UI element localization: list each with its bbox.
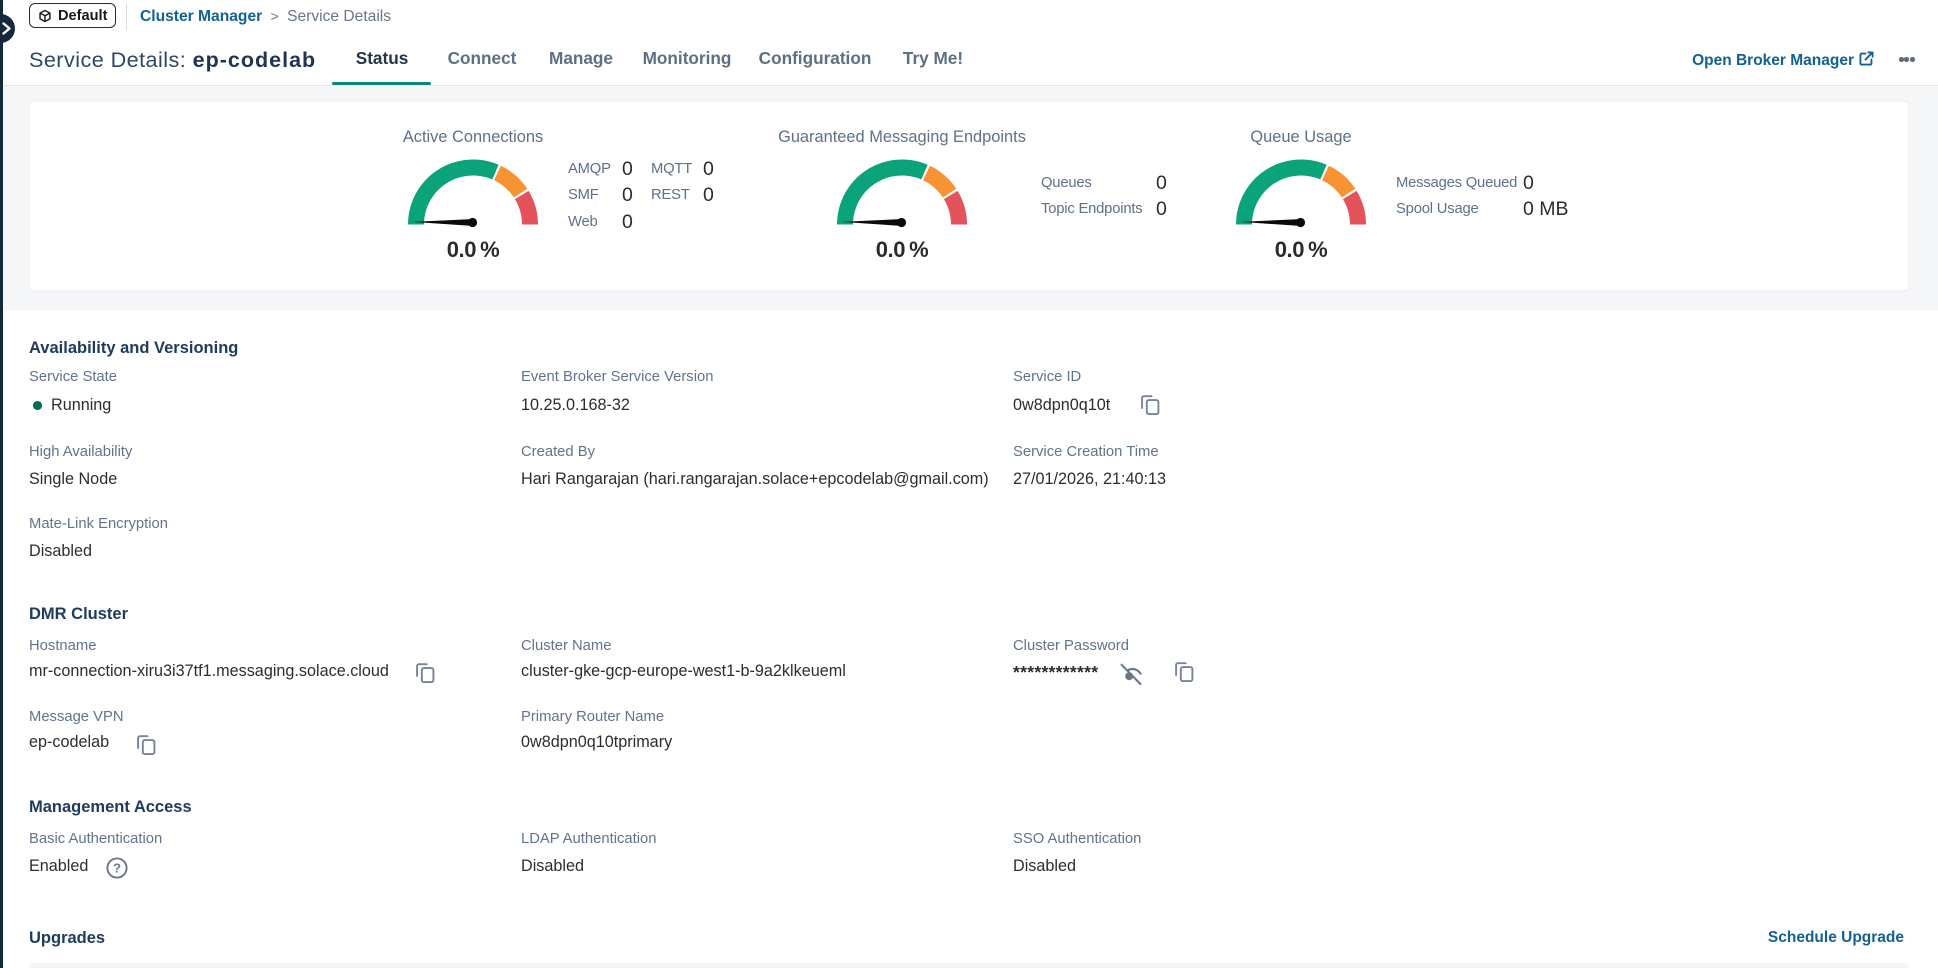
svg-text:?: ? — [113, 860, 121, 875]
